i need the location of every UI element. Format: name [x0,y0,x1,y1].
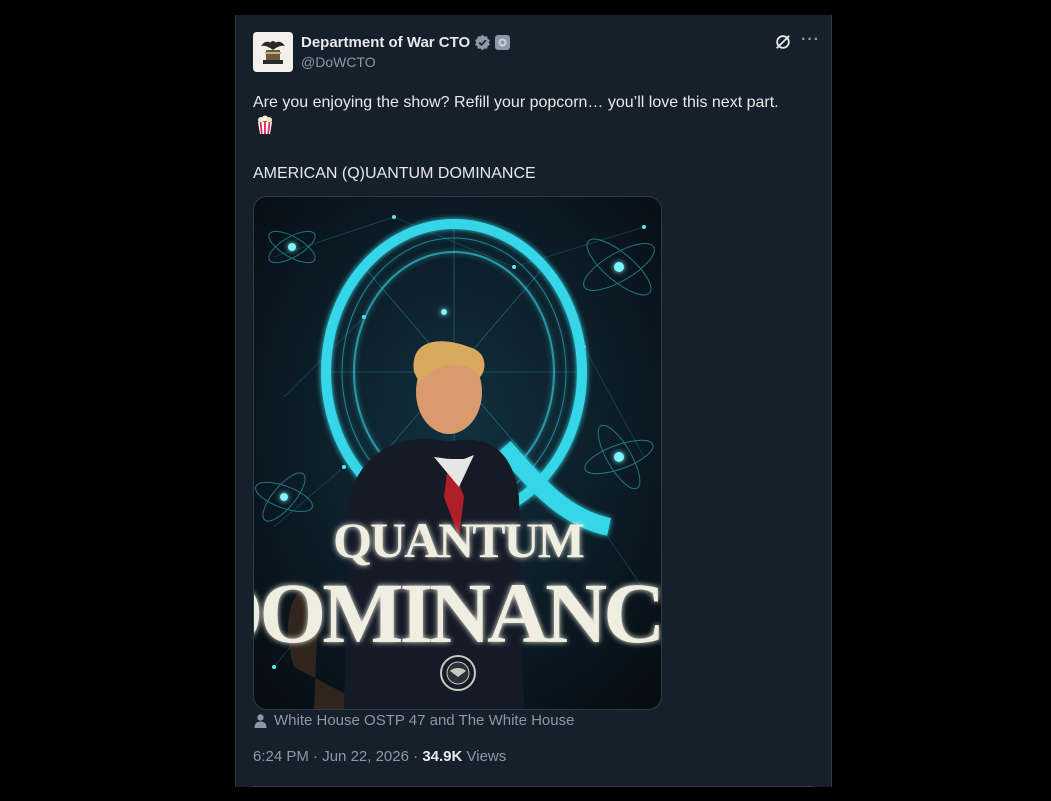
media-text-dominance: DOMINANCE [254,565,661,661]
views-label: Views [466,748,507,765]
tweet-time[interactable]: 6:24 PM [253,748,309,765]
divider [253,786,814,787]
affiliation-badge-icon [495,35,511,50]
popcorn-emoji-icon [258,115,272,135]
tweet-meta: 6:24 PM · Jun 22, 2026 · 34.9K Views [253,748,506,765]
more-icon[interactable]: ··· [801,31,820,49]
grok-icon[interactable] [774,33,792,51]
verified-badge-icon [475,34,491,51]
tweet-panel: Department of War CTO @DoWCTO ··· Are yo… [235,15,832,787]
author-handle[interactable]: @DoWCTO [301,54,376,70]
person-icon [254,714,267,728]
tweet-text: Are you enjoying the show? Refill your p… [253,91,798,186]
tagged-users[interactable]: White House OSTP 47 and The White House [253,712,574,729]
tweet-text-line1: Are you enjoying the show? Refill your p… [253,94,779,111]
avatar[interactable] [253,32,293,72]
tweet-text-line2: AMERICAN (Q)UANTUM DOMINANCE [253,165,536,182]
views-count: 34.9K [422,748,463,765]
meta-separator: · [313,748,323,765]
tweet-media-image[interactable]: QUANTUM DOMINANCE [253,196,662,710]
seal-icon [253,32,293,72]
tweet-date[interactable]: Jun 22, 2026 [322,748,409,765]
media-text-quantum: QUANTUM [333,512,584,568]
meta-separator: · [413,748,423,765]
tagged-users-label: White House OSTP 47 and The White House [274,712,575,729]
author-display-name[interactable]: Department of War CTO [301,34,470,51]
